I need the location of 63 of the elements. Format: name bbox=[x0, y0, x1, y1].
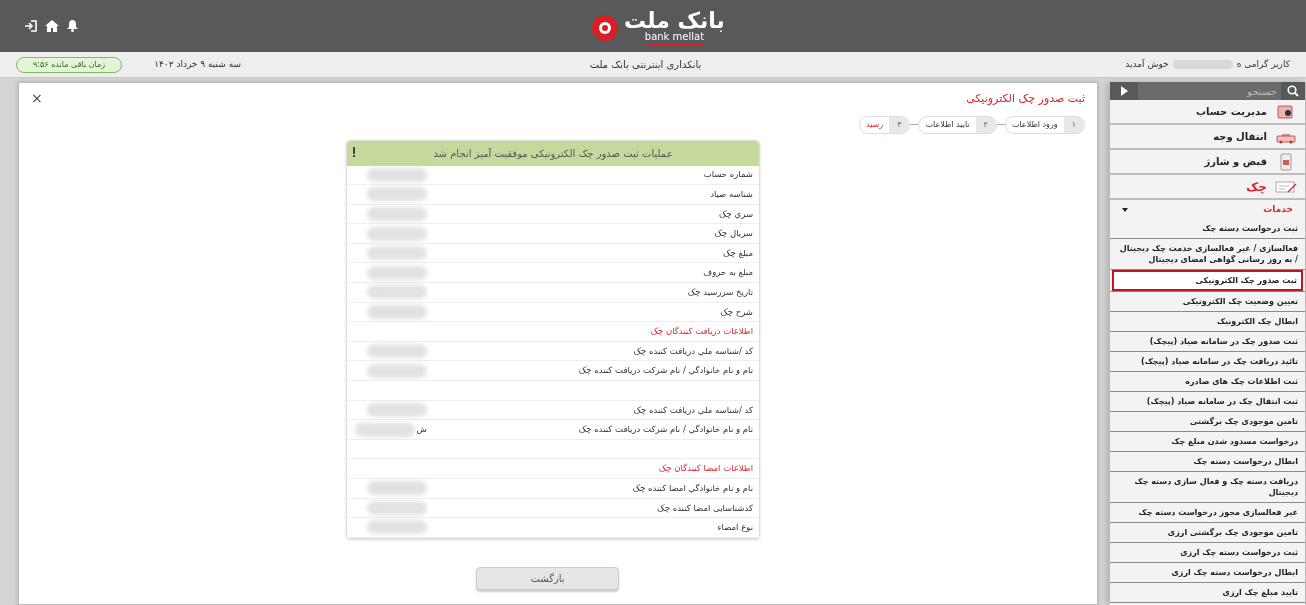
field-label: شماره حساب bbox=[702, 168, 753, 182]
submenu-item[interactable]: ثبت اطلاعات چک های صادره bbox=[1112, 372, 1303, 391]
step-indicator: ۲ تایید اطلاعات bbox=[918, 115, 997, 134]
field-label: مبلغ چک bbox=[721, 246, 753, 260]
field-label: کد /شناسه ملي دریافت کننده چک bbox=[632, 344, 753, 358]
logo-icon bbox=[590, 12, 620, 43]
field-label: نام و نام خانوادگي / نام شرکت دریافت کننده چک bbox=[577, 423, 753, 436]
logo-text: بانک ملت bbox=[624, 10, 725, 32]
step-indicator: ۱ ورود اطلاعات bbox=[1004, 115, 1085, 134]
submenu-item[interactable]: ابطال درخواست دسته چک bbox=[1112, 452, 1303, 471]
search-field[interactable]: جستجو bbox=[1138, 82, 1281, 100]
submenu-item[interactable]: ابطال درخواست دسته چک ارزی bbox=[1112, 563, 1303, 582]
field-label: شرح چک bbox=[719, 305, 753, 319]
submenu-item[interactable]: تعیین وضعیت چک الکترونیکی bbox=[1112, 292, 1303, 311]
submenu-item[interactable]: دریافت دسته چک و فعال سازی دسته چک دیجیتال bbox=[1112, 472, 1303, 502]
menu-group[interactable]: قبض و شارژ bbox=[1110, 150, 1305, 175]
submenu-header[interactable]: خدمات bbox=[1110, 200, 1305, 219]
field-label: نام و نام خانوادگي / نام شرکت دریافت کننده چک bbox=[577, 364, 753, 378]
submenu-item[interactable]: غیر فعالسازی مجوز درخواست دسته چک bbox=[1112, 503, 1303, 522]
submenu-item[interactable]: ثبت صدور چک در سامانه صیاد (پیچک) bbox=[1112, 332, 1303, 351]
greeting-text: کاربر گرامی ه bbox=[1236, 57, 1290, 71]
submenu-item[interactable]: ثبت درخواست دسته چک ارزی bbox=[1112, 543, 1303, 562]
submenu-item[interactable]: ثبت درخواست دسته چک bbox=[1112, 219, 1303, 238]
logo-subtext: bank mellat bbox=[644, 32, 705, 45]
field-label: نوع امضاء bbox=[716, 521, 753, 534]
value-text: ش bbox=[416, 423, 427, 436]
bell-icon[interactable] bbox=[67, 20, 78, 32]
triangle-icon bbox=[1120, 86, 1128, 96]
field-label: کد /شناسه ملي دریافت کننده چک bbox=[632, 403, 753, 417]
menu-group[interactable]: چک bbox=[1110, 175, 1305, 200]
submenu-item[interactable]: ثبت صدور چک الکترونیکی bbox=[1112, 270, 1303, 291]
field-label: شناسه صیاد bbox=[709, 188, 753, 201]
cheque-icon bbox=[1275, 179, 1297, 194]
section-heading: اطلاعات امضا کنندگان چک bbox=[658, 462, 753, 476]
home-icon[interactable] bbox=[45, 20, 59, 32]
menu-group[interactable]: انتقال وجه bbox=[1110, 125, 1305, 150]
field-label: سري چک bbox=[717, 207, 753, 221]
field-label: نام و نام خانوادگي امضا کننده چک bbox=[631, 481, 753, 495]
back-button[interactable]: بازگشت bbox=[476, 566, 619, 590]
section-heading: اطلاعات دریافت کنندگان چک bbox=[650, 325, 753, 338]
session-timer: زمان باقی مانده ۹:۵۶ bbox=[16, 56, 123, 73]
field-label: مبلغ به حروف bbox=[702, 266, 753, 280]
submenu-item[interactable]: ثبت انتقال چک در سامانه صیاد (پیچک) bbox=[1112, 392, 1303, 411]
submenu-item[interactable]: تامین موجودی چک برگشتی ارزی bbox=[1112, 523, 1303, 542]
submenu-item[interactable]: فعالسازی / غیر فعالسازی خدمت چک دیجیتال / به روز رسانی گواهی امضای دیجیتال bbox=[1112, 239, 1303, 269]
submenu-item[interactable]: درخواست مسدود شدن مبلغ چک bbox=[1112, 432, 1303, 451]
submenu-item[interactable]: تامین موجودی چک برگشتی bbox=[1112, 412, 1303, 431]
logout-icon[interactable] bbox=[24, 20, 37, 32]
page-title: ثبت صدور چک الکترونیکی bbox=[966, 91, 1085, 107]
success-message: عملیات ثبت صدور چک الکترونیکی موفقیت آمیز انجام شد bbox=[433, 146, 673, 161]
site-title: بانکداری اینترنتی بانک ملت bbox=[588, 58, 703, 72]
caret-icon bbox=[1122, 207, 1128, 212]
step-indicator: ۳ رسید bbox=[858, 115, 911, 134]
field-label: سريال چک bbox=[713, 227, 753, 240]
field-label: کدشناسایی امضا کننده چک bbox=[656, 501, 753, 515]
welcome-text: خوش آمدید bbox=[1125, 57, 1169, 71]
close-button[interactable]: × bbox=[31, 91, 43, 105]
field-label: تاریخ سررسید چک bbox=[686, 286, 753, 299]
date-text: سه شنبه ۹ خرداد ۱۴۰۲ bbox=[154, 57, 242, 71]
submenu-item[interactable]: تائید دریافت چک در سامانه صیاد (پیچک) bbox=[1112, 352, 1303, 371]
menu-group[interactable]: مدیریت حساب bbox=[1110, 100, 1305, 125]
submenu-item[interactable]: ابطال چک الکترونیک bbox=[1112, 312, 1303, 331]
submenu-item[interactable]: تایید مبلغ چک ارزی bbox=[1112, 583, 1303, 602]
